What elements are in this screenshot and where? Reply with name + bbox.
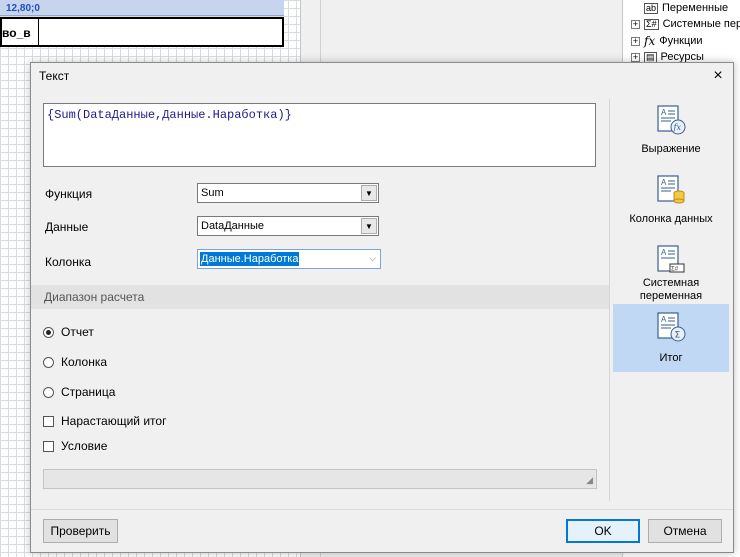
expression-editor[interactable]: {Sum(DataДанные,Данные.Наработка)} [43,103,596,167]
range-section-title: Диапазон расчета [44,290,145,304]
range-section-header: Диапазон расчета [31,285,609,309]
radio-button[interactable] [43,356,54,368]
dropdown-arrow-icon[interactable]: ▼ [361,218,377,234]
coordinate-readout: 12,80;0 [6,3,40,14]
radio-column[interactable]: Колонка [43,354,107,370]
band-header: 12,80;0 [0,0,284,16]
tree-item-system-variables[interactable]: + Σ# Системные пер [631,16,740,32]
checkbox-label: Нарастающий итог [61,414,167,428]
mode-data-column-button[interactable]: A Колонка данных [613,169,729,237]
ok-button[interactable]: OK [566,519,640,543]
data-value: DataДанные [201,220,264,232]
mode-system-variable-button[interactable]: A Σ# Системная переменная [613,239,729,307]
footer-divider [31,509,733,510]
check-button[interactable]: Проверить [43,519,118,543]
svg-text:fx: fx [673,123,682,132]
mode-data-column-label: Колонка данных [629,213,713,225]
tree-item-functions[interactable]: + fx Функции [631,33,703,49]
column-label: Колонка [45,255,92,269]
checkbox[interactable] [43,415,54,427]
svg-text:Σ: Σ [675,331,681,341]
fx-icon: fx [644,34,656,48]
system-variable-icon: Σ# [644,18,659,30]
svg-text:A: A [661,178,667,187]
expression-icon: A fx [657,105,686,135]
mode-total-label: Итог [659,352,683,364]
svg-text:A: A [661,315,667,324]
svg-text:Σ#: Σ# [671,267,679,273]
radio-button[interactable] [43,386,54,398]
vertical-divider [609,99,610,501]
report-cell-text: во_в [2,26,31,40]
report-cell[interactable]: во_в [0,17,284,47]
running-total-checkbox[interactable]: Нарастающий итог [43,413,166,429]
expand-icon[interactable]: + [631,52,640,62]
cancel-button[interactable]: Отмена [648,519,722,543]
mode-total-button[interactable]: A Σ Итог [613,304,729,372]
mode-system-variable-label-1: Системная [642,277,700,289]
close-icon[interactable]: × [707,66,729,86]
data-select[interactable]: DataДанные ▼ [197,216,379,236]
dialog-title: Текст [39,69,70,83]
mode-system-variable-label-2: переменная [639,290,703,302]
variable-icon: ab [644,2,659,14]
dropdown-arrow-icon[interactable]: ▼ [361,185,377,201]
mode-expression-label: Выражение [641,143,701,155]
resize-grip-icon: ◢ [586,475,593,485]
function-label: Функция [45,187,93,201]
condition-input: ◢ [43,469,597,489]
system-variable-icon: A Σ# [657,245,685,273]
tree-item-variables[interactable]: ab Переменные [631,0,728,16]
expand-icon[interactable]: + [631,36,640,46]
resources-icon: ▤ [644,51,657,63]
function-value: Sum [201,187,224,199]
chevron-down-icon[interactable]: ⌵ [369,253,376,264]
radio-label: Отчет [61,325,94,339]
tree-item-label: Переменные [662,2,729,14]
svg-text:A: A [661,248,667,257]
cell-divider [38,19,39,45]
data-column-icon: A [657,175,685,204]
column-value: Данные.Наработка [200,252,300,266]
svg-text:A: A [661,108,667,117]
radio-label: Страница [61,385,116,399]
text-editor-dialog: Текст × {Sum(DataДанные,Данные.Наработка… [30,62,734,553]
checkbox-label: Условие [61,439,108,453]
expand-icon[interactable]: + [631,19,640,29]
sum-icon: A Σ [657,312,686,342]
dialog-titlebar[interactable]: Текст × [31,63,733,89]
radio-page[interactable]: Страница [43,384,115,400]
function-select[interactable]: Sum ▼ [197,183,379,203]
mode-expression-button[interactable]: A fx Выражение [613,99,729,167]
checkbox[interactable] [43,440,54,452]
radio-label: Колонка [61,355,108,369]
radio-button[interactable] [43,326,54,338]
column-select[interactable]: Данные.Наработка ⌵ [197,249,381,269]
condition-checkbox[interactable]: Условие [43,438,107,454]
tree-item-label: Системные пер [662,18,740,30]
radio-report[interactable]: Отчет [43,324,94,340]
data-label: Данные [45,220,89,234]
tree-item-label: Функции [659,35,703,47]
